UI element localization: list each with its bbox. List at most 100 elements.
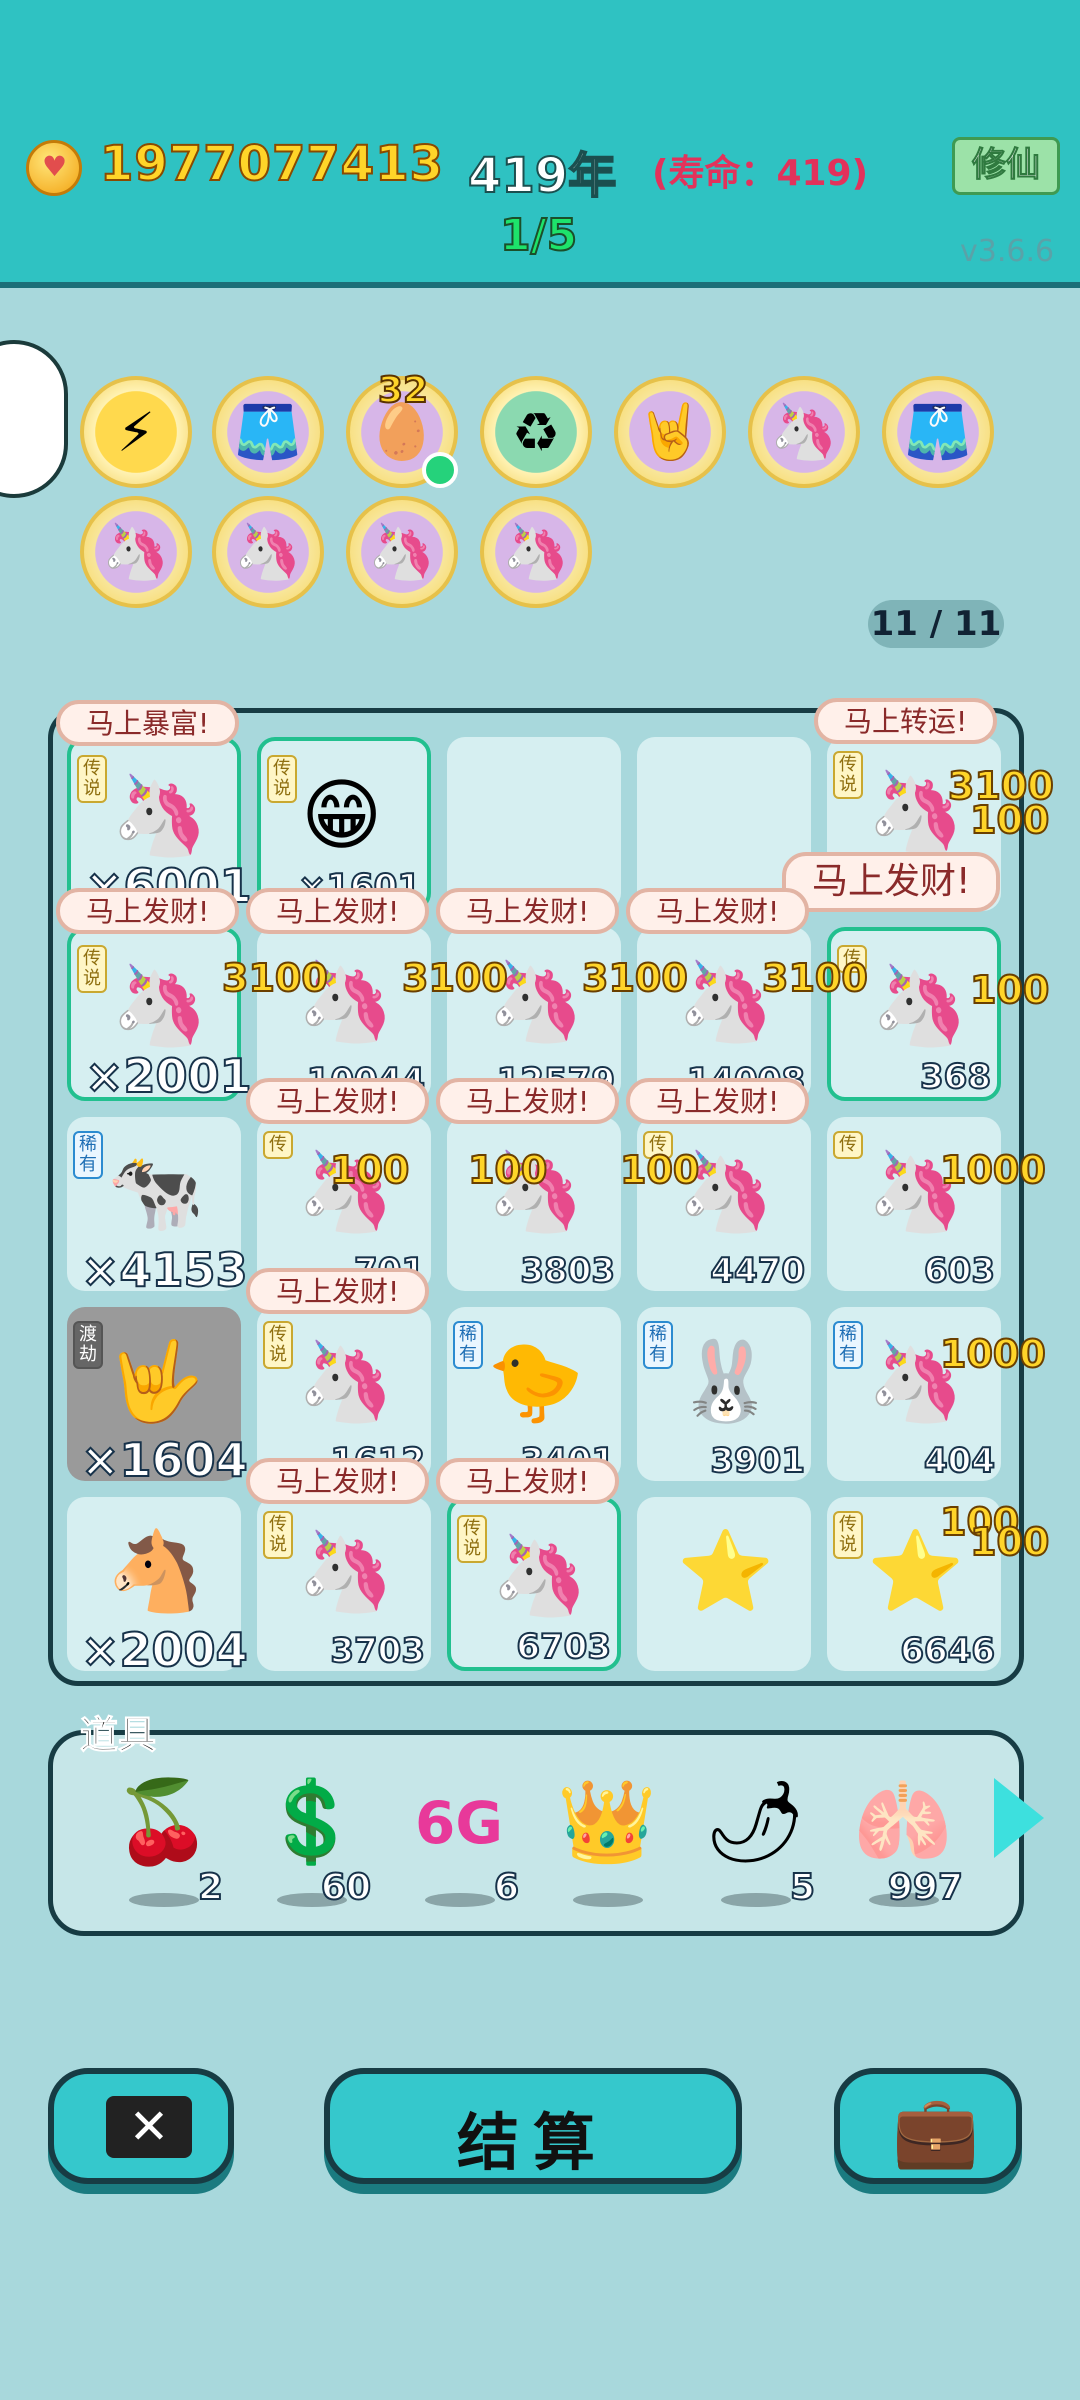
- character-icon: 🐴: [107, 1527, 205, 1617]
- bubble-fortune: 马上发财!: [56, 888, 240, 934]
- settle-button[interactable]: 结算: [324, 2068, 742, 2184]
- character-icon: ⭐: [677, 1527, 775, 1617]
- board-cell[interactable]: 🦄14008: [637, 927, 811, 1102]
- item-slot[interactable]: 🍒 2: [103, 1775, 224, 1915]
- board-cell[interactable]: 传说 🦄 ×6001: [67, 737, 253, 914]
- cell-count: 603: [923, 1250, 996, 1292]
- cell-count: 6646: [899, 1630, 996, 1672]
- character-icon: 😁: [301, 771, 383, 861]
- skirt-icon[interactable]: 🩳: [212, 376, 324, 488]
- skirt-icon[interactable]: 🩳: [882, 376, 994, 488]
- board-cell[interactable]: 传说 🦄 3703: [257, 1497, 431, 1672]
- item-count: 6: [493, 1866, 520, 1909]
- board-cell[interactable]: 稀有 🐰 3901: [637, 1307, 811, 1482]
- rarity-tag: 稀有: [833, 1321, 863, 1369]
- egg-tray-icon[interactable]: 🥚 32: [346, 369, 458, 488]
- item-shadow: [129, 1893, 199, 1907]
- recycle-icon[interactable]: ♻: [480, 376, 592, 488]
- board-cell[interactable]: 渡劫 🤟 ×1604: [67, 1307, 249, 1488]
- reward-number: 3100: [761, 955, 869, 1001]
- close-button[interactable]: ✕: [48, 2068, 234, 2184]
- board-cell[interactable]: 稀有🐤3401: [447, 1307, 621, 1482]
- character-icon: 🦄: [111, 961, 209, 1051]
- item-slot[interactable]: 6G 6: [399, 1775, 520, 1915]
- rarity-tag: 传说: [263, 1511, 293, 1559]
- next-arrow-icon[interactable]: [994, 1778, 1044, 1858]
- settle-label: 结算: [456, 2106, 609, 2179]
- dollar-coin-icon: 💲: [261, 1775, 361, 1868]
- board-cell[interactable]: 传说🦄1612: [257, 1307, 431, 1482]
- top-bar: ♥ 1977077413 419年 (寿命：419) 1/5 修仙 v3.6.6: [0, 0, 1080, 288]
- character-icon: 🦄: [677, 957, 775, 1047]
- reward-number: 100: [619, 1147, 700, 1193]
- unicorn-icon[interactable]: 🦄: [346, 496, 458, 608]
- rock-hand-icon[interactable]: 🤘: [614, 376, 726, 488]
- item-slot[interactable]: 🌶 5: [695, 1775, 816, 1915]
- skill-glyph: 🦄: [770, 400, 838, 463]
- bubble-fortune: 马上发财!: [246, 888, 430, 934]
- bubble-fortune: 马上发财!: [436, 1078, 620, 1124]
- board-cell[interactable]: 传 🦄 603: [827, 1117, 1001, 1292]
- skill-glyph: 🦄: [368, 520, 436, 583]
- rarity-tag: 传说: [267, 755, 297, 803]
- reward-number: 100: [969, 967, 1050, 1013]
- board-cell[interactable]: 🐴 ×2004: [67, 1497, 249, 1678]
- rarity-tag: 稀有: [453, 1321, 483, 1369]
- character-icon: 🦄: [297, 1337, 395, 1427]
- liver-icon: 🫁: [853, 1775, 953, 1868]
- unicorn-icon[interactable]: 🦄: [748, 376, 860, 488]
- lightning-icon[interactable]: ⚡: [80, 376, 192, 488]
- cell-count: 3803: [519, 1250, 616, 1292]
- cell-count: 4470: [709, 1250, 806, 1292]
- board-cell[interactable]: 传🦄701: [257, 1117, 431, 1292]
- board-cell[interactable]: 传说 😁 ×1601: [257, 737, 431, 911]
- skill-glyph: 🦄: [234, 520, 302, 583]
- skill-glyph: ♻: [511, 400, 561, 464]
- unicorn-icon[interactable]: 🦄: [480, 496, 592, 608]
- item-count: 60: [320, 1866, 372, 1909]
- reward-number: 3100: [581, 955, 689, 1001]
- board-cell[interactable]: 稀有 🐄 ×4153: [67, 1117, 249, 1298]
- bubble-fortune: 马上发财!: [626, 1078, 810, 1124]
- board-cell[interactable]: 🦄10044: [257, 927, 431, 1102]
- version-label: v3.6.6: [960, 234, 1055, 269]
- cell-count: 3901: [709, 1440, 806, 1482]
- item-slot[interactable]: 👑: [547, 1775, 667, 1915]
- cell-count: ×2001: [84, 1048, 253, 1104]
- item-shadow: [425, 1893, 495, 1907]
- cell-count: ×1604: [80, 1432, 249, 1488]
- lifespan-text: (寿命：419): [652, 153, 869, 194]
- board-cell[interactable]: ⭐: [637, 1497, 811, 1671]
- cloud-decoration: [0, 340, 68, 498]
- board-cell[interactable]: 传说 🦄 ×2001: [67, 927, 253, 1104]
- chili-icon: 🌶: [704, 1775, 806, 1868]
- item-slot[interactable]: 💲 60: [251, 1775, 372, 1915]
- reward-number: 100: [969, 1519, 1050, 1565]
- skill-glyph: 🩳: [234, 400, 302, 463]
- item-count: 5: [789, 1866, 816, 1909]
- unicorn-icon[interactable]: 🦄: [80, 496, 192, 608]
- board-cell[interactable]: 🦄12579: [447, 927, 621, 1102]
- item-slot[interactable]: 🫁 997: [843, 1775, 964, 1915]
- item-count: 2: [197, 1866, 224, 1909]
- item-shadow: [721, 1893, 791, 1907]
- item-count: 997: [887, 1866, 964, 1909]
- character-icon: 🦄: [297, 1527, 395, 1617]
- stage-progress: 1/5: [499, 209, 578, 262]
- board-cell[interactable]: 🦄 3803: [447, 1117, 621, 1292]
- board-cell[interactable]: 传说 🦄 6703: [447, 1497, 621, 1671]
- board-cell[interactable]: [447, 737, 621, 911]
- cell-count: 6703: [515, 1626, 612, 1668]
- board-cell[interactable]: 传 🦄 368: [827, 927, 1001, 1101]
- bubble-fortune: 马上发财!: [626, 888, 810, 934]
- bag-button[interactable]: 💼: [834, 2068, 1022, 2184]
- skill-glyph: 🩳: [904, 400, 972, 463]
- rarity-tag: 传说: [457, 1515, 487, 1563]
- bubble-fortune: 马上发财!: [246, 1078, 430, 1124]
- rarity-tag: 稀有: [73, 1131, 103, 1179]
- unicorn-icon[interactable]: 🦄: [212, 496, 324, 608]
- board-cell[interactable]: 传 🦄 4470: [637, 1117, 811, 1292]
- character-icon: 🐤: [487, 1337, 585, 1427]
- xiuxian-button[interactable]: 修仙: [952, 137, 1060, 195]
- cell-count: 404: [923, 1440, 996, 1482]
